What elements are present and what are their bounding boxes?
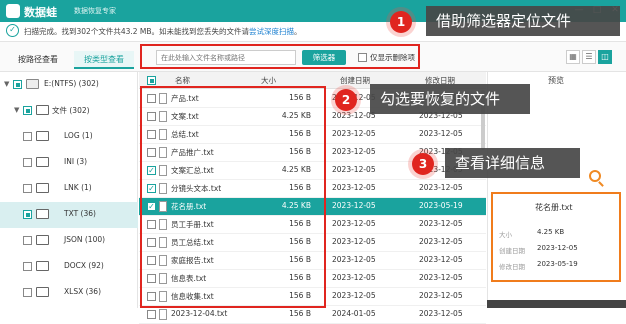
tree-label: E:(NTFS) (302)	[44, 79, 99, 88]
tree-checkbox[interactable]	[23, 158, 32, 167]
scan-info-text: 扫描完成。找到302个文件共43.2 MB。如未能找到您丢失的文件请尝试深度扫描…	[24, 26, 302, 37]
folder-icon	[36, 261, 49, 271]
callout-number-2: 2	[335, 89, 357, 111]
file-modified-date: 2023-12-05	[419, 291, 463, 300]
tree-checkbox[interactable]	[23, 262, 32, 271]
chevron-down-icon[interactable]: ▼	[14, 106, 19, 114]
scan-info-message: 扫描完成。找到302个文件共43.2 MB。如未能找到您丢失的文件请	[24, 27, 250, 36]
detail-view-icon[interactable]: ◫	[598, 50, 612, 64]
tree-item-xlsx[interactable]: XLSX (36)	[0, 280, 138, 306]
tree-item-files[interactable]: ▼ 文件 (302)	[0, 98, 138, 124]
preview-size-value: 4.25 KB	[537, 228, 565, 236]
select-all-checkbox[interactable]	[147, 76, 156, 85]
file-created-date: 2023-12-05	[332, 165, 376, 174]
file-modified-date: 2023-12-05	[419, 183, 463, 192]
file-modified-date: 2023-12-05	[419, 255, 463, 264]
folder-icon	[36, 105, 49, 115]
preview-size-label: 大小	[499, 231, 512, 239]
file-checkbox[interactable]	[147, 310, 156, 319]
magnify-icon[interactable]	[589, 170, 601, 182]
preview-modified-value: 2023-05-19	[537, 260, 578, 268]
tree-checkbox[interactable]	[23, 106, 32, 115]
tab-by-type[interactable]: 按类型查看	[74, 51, 134, 69]
file-modified-date: 2023-12-05	[419, 237, 463, 246]
file-created-date: 2023-12-05	[332, 273, 376, 282]
callout-label-2: 勾选要恢复的文件	[370, 84, 530, 114]
preview-modified-label: 修改日期	[499, 263, 525, 271]
app-logo-icon	[6, 4, 20, 18]
tree-checkbox[interactable]	[23, 210, 32, 219]
file-modified-date: 2023-12-05	[419, 129, 463, 138]
tree-label: TXT (36)	[64, 209, 96, 218]
callout-label-1: 借助筛选器定位文件	[426, 6, 620, 36]
file-highlight-frame	[140, 86, 326, 308]
file-modified-date: 2023-05-19	[419, 201, 463, 210]
tree-checkbox[interactable]	[13, 80, 22, 89]
tree-label: DOCX (92)	[64, 261, 104, 270]
file-size: 156 B	[289, 309, 311, 318]
preview-created-label: 创建日期	[499, 247, 525, 255]
grid-view-icon[interactable]: ▦	[566, 50, 580, 64]
column-name[interactable]: 名称	[175, 75, 190, 86]
file-created-date: 2023-12-05	[332, 129, 376, 138]
callout-label-3: 查看详细信息	[445, 148, 580, 178]
tree-item-drive[interactable]: ▼ E:(NTFS) (302)	[0, 72, 138, 98]
file-created-date: 2023-12-05	[332, 201, 376, 210]
tree-checkbox[interactable]	[23, 236, 32, 245]
tab-by-path[interactable]: 按路径查看	[8, 51, 68, 69]
tree-label: INI (3)	[64, 157, 88, 166]
table-row[interactable]: 2023-12-04.txt 156 B 2024-01-05 2023-12-05	[139, 306, 486, 324]
file-created-date: 2023-12-05	[332, 219, 376, 228]
list-view-icon[interactable]: ☰	[582, 50, 596, 64]
column-created[interactable]: 创建日期	[340, 75, 370, 86]
drive-icon	[26, 79, 39, 89]
app-name: 数据蛙	[24, 6, 57, 19]
deep-scan-link[interactable]: 尝试深度扫描	[249, 27, 294, 36]
callout-number-3: 3	[412, 153, 434, 175]
tree-checkbox[interactable]	[23, 184, 32, 193]
column-size[interactable]: 大小	[261, 75, 276, 86]
folder-icon	[36, 183, 49, 193]
scan-complete-icon: ✓	[6, 24, 19, 37]
tree-checkbox[interactable]	[23, 132, 32, 141]
preview-title: 预览	[548, 76, 564, 85]
tree-label: 文件 (302)	[52, 106, 90, 115]
preview-bottom-strip	[487, 300, 626, 308]
file-modified-date: 2023-12-05	[419, 273, 463, 282]
text-file-icon	[159, 309, 167, 320]
callout-number-1: 1	[390, 11, 412, 33]
file-created-date: 2023-12-05	[332, 237, 376, 246]
file-created-date: 2023-12-05	[332, 183, 376, 192]
file-created-date: 2023-12-05	[332, 147, 376, 156]
tree-item-lnk[interactable]: LNK (1)	[0, 176, 138, 202]
tree-item-txt[interactable]: TXT (36)	[0, 202, 138, 228]
preview-created-value: 2023-12-05	[537, 244, 578, 252]
folder-tree: ▼ E:(NTFS) (302) ▼ 文件 (302) LOG (1) INI …	[0, 72, 138, 308]
folder-icon	[36, 131, 49, 141]
filter-highlight-frame	[140, 44, 420, 69]
tree-checkbox[interactable]	[23, 288, 32, 297]
tree-item-ini[interactable]: INI (3)	[0, 150, 138, 176]
file-created-date: 2024-01-05	[332, 309, 376, 318]
tree-label: LOG (1)	[64, 131, 93, 140]
folder-icon	[36, 287, 49, 297]
tree-item-json[interactable]: JSON (100)	[0, 228, 138, 254]
scan-info-suffix: 。	[294, 27, 302, 36]
file-modified-date: 2023-12-05	[419, 219, 463, 228]
file-modified-date: 2023-12-05	[419, 309, 463, 318]
app-subtitle: 数据恢复专家	[74, 7, 116, 15]
file-created-date: 2023-12-05	[332, 255, 376, 264]
tree-item-log[interactable]: LOG (1)	[0, 124, 138, 150]
file-created-date: 2023-12-05	[332, 291, 376, 300]
folder-icon	[36, 209, 49, 219]
folder-icon	[36, 235, 49, 245]
tree-label: JSON (100)	[64, 235, 106, 244]
file-name: 2023-12-04.txt	[171, 309, 228, 318]
preview-file-name: 花名册.txt	[535, 203, 573, 212]
chevron-down-icon[interactable]: ▼	[4, 80, 9, 88]
tree-item-docx[interactable]: DOCX (92)	[0, 254, 138, 280]
tree-label: LNK (1)	[64, 183, 92, 192]
folder-icon	[36, 157, 49, 167]
tree-label: XLSX (36)	[64, 287, 101, 296]
